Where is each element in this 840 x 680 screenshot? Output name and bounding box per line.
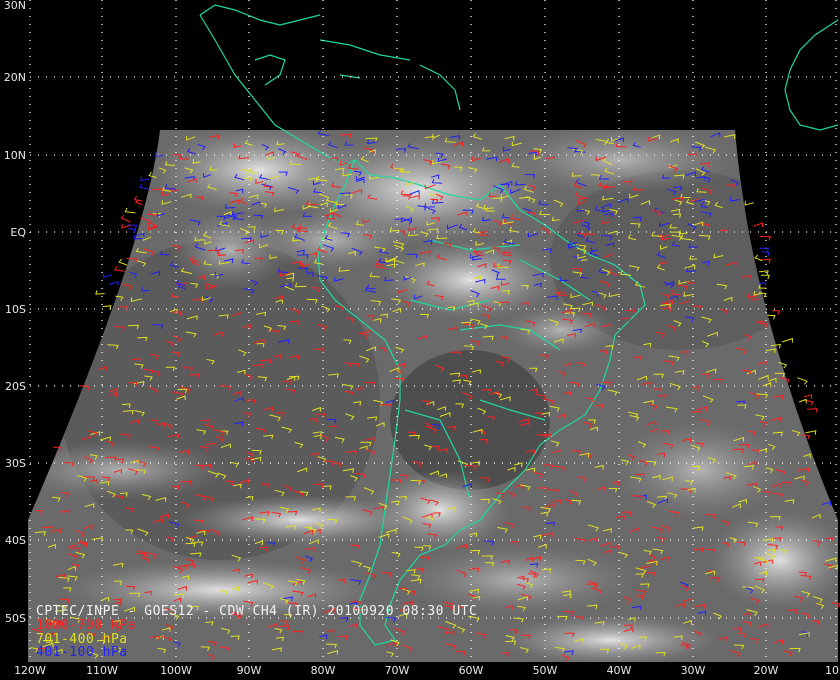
lon-label: 10 bbox=[825, 664, 839, 677]
lat-label: 20N bbox=[4, 71, 26, 84]
legend-low-level: 1000-700 hPa bbox=[36, 618, 136, 633]
lat-label: 10S bbox=[5, 303, 26, 316]
image-caption: CPTEC/INPE - GOES12 - CDW CH4 (IR) 20100… bbox=[36, 604, 478, 619]
lat-label: 30S bbox=[5, 457, 26, 470]
satellite-wind-map: 30N 20N 10N EQ 10S 20S 30S 40S 50S 120W 110W 100W 9… bbox=[0, 0, 840, 680]
lon-label: 40W bbox=[607, 664, 632, 677]
lon-label: 20W bbox=[754, 664, 779, 677]
lon-label: 110W bbox=[86, 664, 118, 677]
lon-label: 80W bbox=[311, 664, 336, 677]
lat-label: 30N bbox=[4, 0, 26, 12]
lon-label: 30W bbox=[681, 664, 706, 677]
lon-label: 50W bbox=[533, 664, 558, 677]
lon-label: 90W bbox=[237, 664, 262, 677]
lon-label: 60W bbox=[459, 664, 484, 677]
lon-label: 100W bbox=[160, 664, 192, 677]
lat-label: 40S bbox=[5, 534, 26, 547]
lat-label: EQ bbox=[10, 226, 26, 239]
lon-label: 120W bbox=[14, 664, 46, 677]
lat-label: 50S bbox=[5, 612, 26, 625]
lat-label: 20S bbox=[5, 380, 26, 393]
legend-high-level: 401-100 hPa bbox=[36, 645, 128, 660]
lat-label: 10N bbox=[4, 149, 26, 162]
lon-label: 70W bbox=[385, 664, 410, 677]
